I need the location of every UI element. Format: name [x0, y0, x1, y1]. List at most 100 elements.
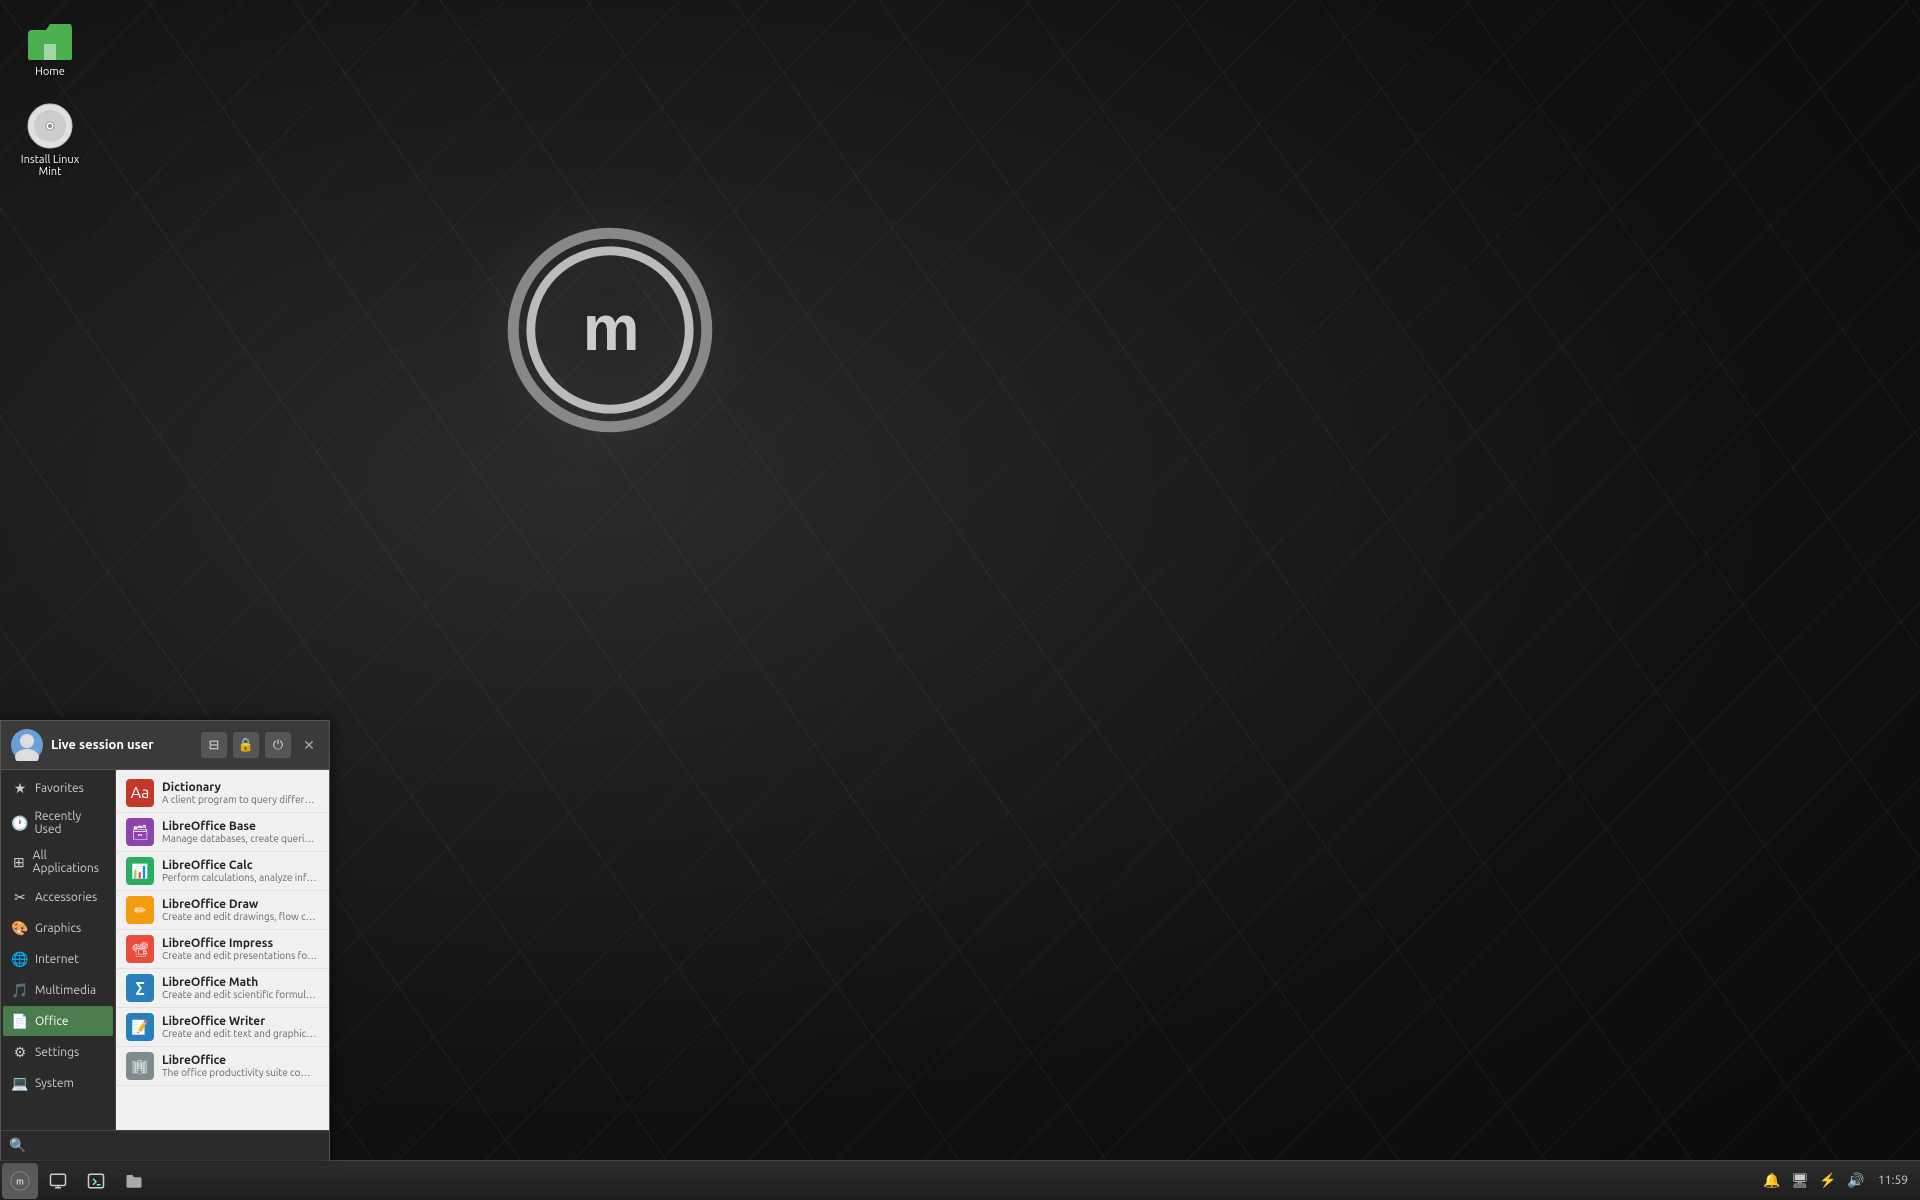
terminal-button[interactable]: [78, 1163, 114, 1199]
lodraw-app-icon: ✏: [126, 896, 154, 924]
accessories-icon: ✂: [11, 888, 29, 906]
sidebar-item-all-applications[interactable]: ⊞ All Applications: [3, 843, 113, 881]
lomath-app-info: LibreOffice Math Create and edit scienti…: [162, 976, 319, 1000]
lowriter-app-info: LibreOffice Writer Create and edit text …: [162, 1015, 319, 1039]
username-label: Live session user: [51, 738, 193, 752]
lomath-app-desc: Create and edit scientific formulas and …: [162, 989, 319, 1000]
menu-body: ★ Favorites 🕐 Recently Used ⊞ All Applic…: [1, 770, 329, 1130]
internet-label: Internet: [35, 953, 79, 966]
loimpress-app-icon: 📽: [126, 935, 154, 963]
sidebar-item-settings[interactable]: ⚙ Settings: [3, 1037, 113, 1067]
notification-icon[interactable]: 🔔: [1762, 1171, 1782, 1191]
libreoffice-app-info: LibreOffice The office productivity suit…: [162, 1054, 319, 1078]
system-time: 11:59: [1874, 1174, 1912, 1187]
lodraw-app-desc: Create and edit drawings, flow charts an…: [162, 911, 319, 922]
display-icon[interactable]: 🖥: [1790, 1171, 1810, 1191]
sidebar-item-multimedia[interactable]: 🎵 Multimedia: [3, 975, 113, 1005]
taskbar-left: m: [0, 1163, 152, 1199]
lobase-app-info: LibreOffice Base Manage databases, creat…: [162, 820, 319, 844]
search-icon: 🔍: [9, 1137, 26, 1154]
lowriter-app-icon: 📝: [126, 1013, 154, 1041]
app-item-lowriter[interactable]: 📝 LibreOffice Writer Create and edit tex…: [116, 1008, 329, 1047]
sidebar-item-accessories[interactable]: ✂ Accessories: [3, 882, 113, 912]
logout-icon[interactable]: ⏻: [265, 732, 291, 758]
menu-search-bar: 🔍: [1, 1130, 329, 1160]
app-item-dictionary[interactable]: Aa Dictionary A client program to query …: [116, 774, 329, 813]
settings-icon: ⚙: [11, 1043, 29, 1061]
user-avatar: [11, 729, 43, 761]
desktop-icon-home[interactable]: Home: [10, 10, 90, 82]
volume-icon[interactable]: 🔊: [1846, 1171, 1866, 1191]
app-item-loimpress[interactable]: 📽 LibreOffice Impress Create and edit pr…: [116, 930, 329, 969]
lomath-app-icon: ∑: [126, 974, 154, 1002]
sidebar-item-recently-used[interactable]: 🕐 Recently Used: [3, 804, 113, 842]
desktop: m Home Install Linux Mint: [0, 0, 1920, 1200]
sidebar-item-system[interactable]: 💻 System: [3, 1068, 113, 1098]
lock-screen-icon[interactable]: 🔒: [233, 732, 259, 758]
svg-text:m: m: [16, 1175, 24, 1186]
display-settings-icon[interactable]: ⊟: [201, 732, 227, 758]
loimpress-app-info: LibreOffice Impress Create and edit pres…: [162, 937, 319, 961]
start-menu: Live session user ⊟ 🔒 ⏻ ✕ ★ Favorites 🕐 …: [0, 720, 330, 1160]
app-item-lobase[interactable]: 🗃 LibreOffice Base Manage databases, cre…: [116, 813, 329, 852]
search-input[interactable]: [32, 1138, 321, 1153]
recently-used-icon: 🕐: [11, 814, 28, 832]
multimedia-icon: 🎵: [11, 981, 29, 999]
localc-app-icon: 📊: [126, 857, 154, 885]
dictionary-app-info: Dictionary A client program to query dif…: [162, 781, 319, 805]
favorites-icon: ★: [11, 779, 29, 797]
install-icon-label: Install Linux Mint: [21, 154, 80, 178]
libreoffice-app-name: LibreOffice: [162, 1054, 319, 1067]
lodraw-app-info: LibreOffice Draw Create and edit drawing…: [162, 898, 319, 922]
system-icon: 💻: [11, 1074, 29, 1092]
localc-app-name: LibreOffice Calc: [162, 859, 319, 872]
dictionary-app-icon: Aa: [126, 779, 154, 807]
start-menu-button[interactable]: m: [2, 1163, 38, 1199]
office-icon: 📄: [11, 1012, 29, 1030]
mint-logo: m: [500, 220, 720, 440]
desktop-icon-install[interactable]: Install Linux Mint: [10, 98, 90, 182]
taskbar-right: 🔔 🖥 ⚡ 🔊 11:59: [1762, 1171, 1920, 1191]
localc-app-desc: Perform calculations, analyze informati.…: [162, 872, 319, 883]
close-menu-button[interactable]: ✕: [299, 735, 319, 755]
menu-apps-list: Aa Dictionary A client program to query …: [116, 770, 329, 1130]
lowriter-app-desc: Create and edit text and graphics in let…: [162, 1028, 319, 1039]
svg-text:m: m: [583, 292, 638, 364]
app-item-libreoffice[interactable]: 🏢 LibreOffice The office productivity su…: [116, 1047, 329, 1086]
internet-icon: 🌐: [11, 950, 29, 968]
settings-label: Settings: [35, 1046, 79, 1059]
sidebar-item-office[interactable]: 📄 Office: [3, 1006, 113, 1036]
system-label: System: [35, 1077, 74, 1090]
favorites-label: Favorites: [35, 782, 84, 795]
multimedia-label: Multimedia: [35, 984, 96, 997]
menu-sidebar: ★ Favorites 🕐 Recently Used ⊞ All Applic…: [1, 770, 116, 1130]
install-disc-icon: [26, 102, 74, 150]
menu-header: Live session user ⊟ 🔒 ⏻ ✕: [1, 721, 329, 770]
all-apps-label: All Applications: [33, 849, 105, 875]
lobase-app-desc: Manage databases, create queries and r..…: [162, 833, 319, 844]
dictionary-app-name: Dictionary: [162, 781, 319, 794]
dictionary-app-desc: A client program to query different dict…: [162, 794, 319, 805]
app-item-lodraw[interactable]: ✏ LibreOffice Draw Create and edit drawi…: [116, 891, 329, 930]
localc-app-info: LibreOffice Calc Perform calculations, a…: [162, 859, 319, 883]
power-icon[interactable]: ⚡: [1818, 1171, 1838, 1191]
show-desktop-button[interactable]: [40, 1163, 76, 1199]
lobase-app-icon: 🗃: [126, 818, 154, 846]
lowriter-app-name: LibreOffice Writer: [162, 1015, 319, 1028]
sidebar-item-favorites[interactable]: ★ Favorites: [3, 773, 113, 803]
lomath-app-name: LibreOffice Math: [162, 976, 319, 989]
loimpress-app-name: LibreOffice Impress: [162, 937, 319, 950]
app-item-lomath[interactable]: ∑ LibreOffice Math Create and edit scien…: [116, 969, 329, 1008]
libreoffice-app-desc: The office productivity suite compatible…: [162, 1067, 319, 1078]
accessories-label: Accessories: [35, 891, 97, 904]
loimpress-app-desc: Create and edit presentations for slides…: [162, 950, 319, 961]
files-button[interactable]: [116, 1163, 152, 1199]
sidebar-item-internet[interactable]: 🌐 Internet: [3, 944, 113, 974]
sidebar-item-graphics[interactable]: 🎨 Graphics: [3, 913, 113, 943]
app-item-localc[interactable]: 📊 LibreOffice Calc Perform calculations,…: [116, 852, 329, 891]
lobase-app-name: LibreOffice Base: [162, 820, 319, 833]
home-icon-label: Home: [35, 66, 65, 78]
graphics-label: Graphics: [35, 922, 81, 935]
libreoffice-app-icon: 🏢: [126, 1052, 154, 1080]
taskbar: m: [0, 1160, 1920, 1200]
